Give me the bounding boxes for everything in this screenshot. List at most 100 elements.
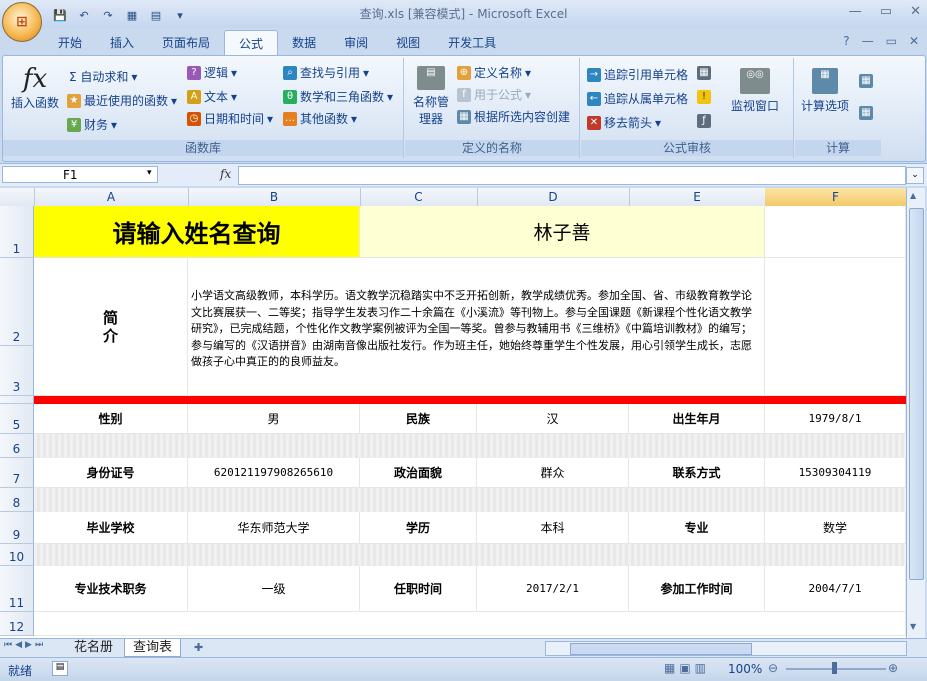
appointment-date-value[interactable]: 2017/2/1 <box>477 566 629 612</box>
row-header-2[interactable]: 2 <box>0 258 34 346</box>
autosum-button[interactable]: Σ 自动求和 ▾ <box>69 68 137 85</box>
vertical-scroll-thumb[interactable] <box>909 208 924 580</box>
formula-input[interactable] <box>238 166 906 185</box>
redo-icon[interactable]: ↷ <box>98 5 118 25</box>
workbook-minimize-button[interactable]: — <box>862 34 874 48</box>
logical-button[interactable]: ? 逻辑 ▾ <box>187 64 237 81</box>
zoom-in-icon[interactable]: ⊕ <box>888 661 898 675</box>
zoom-level[interactable]: 100% <box>728 662 762 676</box>
column-header-a[interactable]: A <box>34 188 189 206</box>
customize-qat-icon[interactable]: ▾ <box>170 5 190 25</box>
more-functions-button[interactable]: … 其他函数 ▾ <box>283 110 357 127</box>
name-manager-button[interactable]: ▤ 名称管理器 <box>411 66 451 127</box>
calculate-sheet-button[interactable]: ▦ <box>859 106 873 120</box>
ethnicity-label[interactable]: 民族 <box>360 404 477 434</box>
column-header-c[interactable]: C <box>360 188 478 206</box>
show-formulas-button[interactable]: ▦ <box>697 66 711 80</box>
intro-label-cell[interactable]: 简 介 <box>34 258 188 396</box>
tab-insert[interactable]: 插入 <box>96 30 148 56</box>
define-name-button[interactable]: ⊕ 定义名称 ▾ <box>457 64 531 81</box>
contact-label[interactable]: 联系方式 <box>629 458 765 488</box>
close-button[interactable]: ✕ <box>910 4 921 19</box>
text-function-button[interactable]: A 文本 ▾ <box>187 88 237 105</box>
id-number-label[interactable]: 身份证号 <box>34 458 188 488</box>
tab-home[interactable]: 开始 <box>44 30 96 56</box>
tab-developer[interactable]: 开发工具 <box>434 30 510 56</box>
insert-sheet-icon[interactable]: ✚ <box>186 639 211 656</box>
birth-date-label[interactable]: 出生年月 <box>629 404 765 434</box>
row-header-11[interactable]: 11 <box>0 566 34 612</box>
trace-dependents-button[interactable]: ← 追踪从属单元格 <box>587 90 688 107</box>
appointment-date-label[interactable]: 任职时间 <box>360 566 477 612</box>
macro-record-icon[interactable]: ▤ <box>52 661 68 676</box>
undo-icon[interactable]: ↶ <box>74 5 94 25</box>
vertical-scrollbar[interactable]: ▲ ▼ <box>906 188 925 638</box>
name-box[interactable]: F1 <box>2 166 158 183</box>
name-box-dropdown-icon[interactable]: ▾ <box>147 168 152 178</box>
minimize-button[interactable]: — <box>849 4 862 19</box>
row-header-9[interactable]: 9 <box>0 512 34 544</box>
ethnicity-value[interactable]: 汉 <box>477 404 629 434</box>
save-icon[interactable]: 💾 <box>50 5 70 25</box>
camera-icon[interactable]: ▤ <box>146 5 166 25</box>
row-header-12[interactable]: 12 <box>0 612 34 636</box>
row-header-6[interactable]: 6 <box>0 434 34 458</box>
calculate-now-button[interactable]: ▦ <box>859 74 873 88</box>
view-buttons[interactable]: ▦▣▥ <box>664 661 710 675</box>
office-button[interactable]: ⊞ <box>2 2 42 42</box>
tab-review[interactable]: 审阅 <box>330 30 382 56</box>
tab-data[interactable]: 数据 <box>278 30 330 56</box>
horizontal-scrollbar[interactable] <box>545 641 907 656</box>
create-from-selection-button[interactable]: ▦ 根据所选内容创建 <box>457 108 570 125</box>
gender-value[interactable]: 男 <box>188 404 360 434</box>
column-header-d[interactable]: D <box>477 188 630 206</box>
watch-window-button[interactable]: ◎◎ 监视窗口 <box>731 68 779 114</box>
row-header-7[interactable]: 7 <box>0 458 34 488</box>
birth-date-value[interactable]: 1979/8/1 <box>765 404 906 434</box>
work-start-label[interactable]: 参加工作时间 <box>629 566 765 612</box>
zoom-out-icon[interactable]: ⊖ <box>768 661 778 675</box>
datetime-button[interactable]: ◷ 日期和时间 ▾ <box>187 110 273 127</box>
row-header-3[interactable]: 3 <box>0 346 34 396</box>
query-heading-cell[interactable]: 请输入姓名查询 <box>34 206 360 258</box>
recent-functions-button[interactable]: ★ 最近使用的函数 ▾ <box>67 92 177 109</box>
column-header-e[interactable]: E <box>629 188 766 206</box>
math-trig-button[interactable]: θ 数学和三角函数 ▾ <box>283 88 393 105</box>
insert-function-button[interactable]: fx 插入函数 <box>11 64 59 111</box>
school-label[interactable]: 毕业学校 <box>34 512 188 544</box>
political-status-value[interactable]: 群众 <box>477 458 629 488</box>
education-value[interactable]: 本科 <box>477 512 629 544</box>
tab-formulas[interactable]: 公式 <box>224 30 279 57</box>
row-header-4[interactable]: 4 <box>0 396 34 404</box>
row-header-1[interactable]: 1 <box>0 206 34 258</box>
help-icon[interactable]: ? <box>843 34 849 48</box>
error-checking-button[interactable]: ! <box>697 90 711 104</box>
column-header-b[interactable]: B <box>188 188 361 206</box>
use-in-formula-button[interactable]: f 用于公式 ▾ <box>457 86 531 103</box>
workbook-restore-button[interactable]: ▭ <box>886 34 897 48</box>
form-icon[interactable]: ▦ <box>122 5 142 25</box>
id-number-value[interactable]: 620121197908265610 <box>188 458 360 488</box>
empty-row-12[interactable] <box>34 612 906 636</box>
lookup-button[interactable]: ⌕ 查找与引用 ▾ <box>283 64 369 81</box>
maximize-button[interactable]: ▭ <box>880 4 892 19</box>
intro-text-cell[interactable]: 小学语文高级教师，本科学历。语文教学沉稳踏实中不乏开拓创新，教学成绩优秀。参加全… <box>188 258 765 396</box>
evaluate-formula-button[interactable]: ƒ <box>697 114 711 128</box>
cell-f2[interactable] <box>765 258 906 396</box>
select-all-corner[interactable] <box>0 188 35 206</box>
title-value[interactable]: 一级 <box>188 566 360 612</box>
row-header-10[interactable]: 10 <box>0 544 34 566</box>
insert-function-fx-button[interactable]: fx <box>220 167 231 181</box>
scroll-up-icon[interactable]: ▲ <box>910 191 916 200</box>
horizontal-scroll-thumb[interactable] <box>570 643 752 655</box>
workbook-close-button[interactable]: ✕ <box>909 34 919 48</box>
tab-page-layout[interactable]: 页面布局 <box>148 30 224 56</box>
work-start-value[interactable]: 2004/7/1 <box>765 566 906 612</box>
school-value[interactable]: 华东师范大学 <box>188 512 360 544</box>
cell-f1[interactable] <box>765 206 906 258</box>
scroll-down-icon[interactable]: ▼ <box>910 622 916 631</box>
political-status-label[interactable]: 政治面貌 <box>360 458 477 488</box>
education-label[interactable]: 学历 <box>360 512 477 544</box>
gender-label[interactable]: 性别 <box>34 404 188 434</box>
financial-button[interactable]: ¥ 财务 ▾ <box>67 116 117 133</box>
